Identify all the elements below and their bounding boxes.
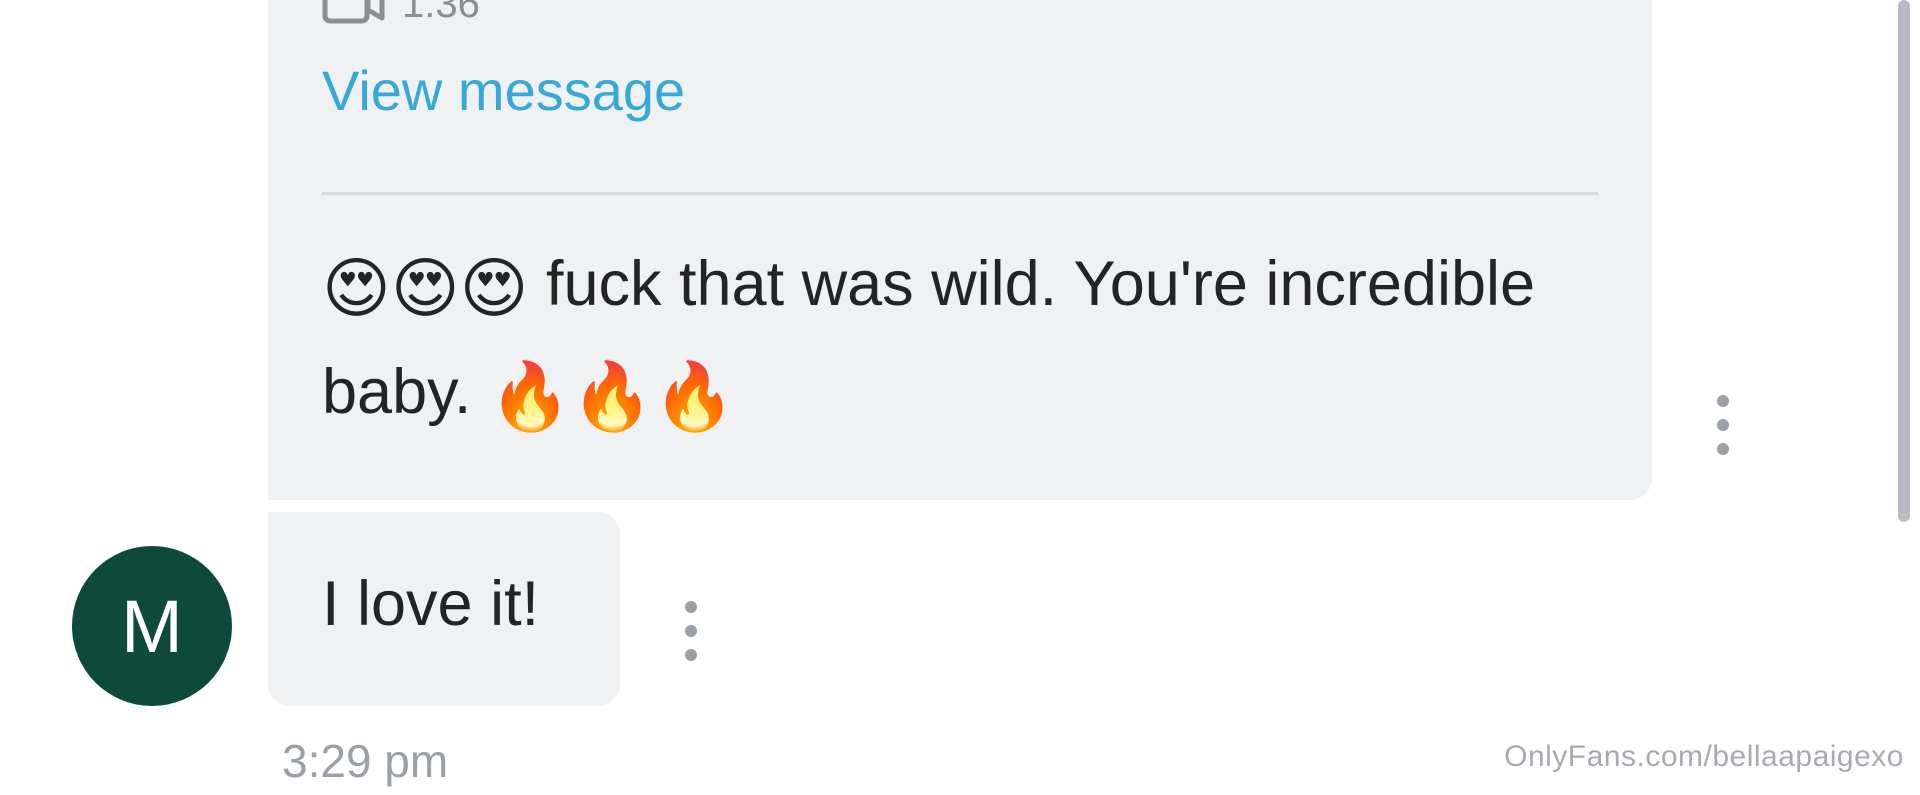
- media-duration: 1:36: [402, 0, 480, 26]
- more-options-icon[interactable]: [1708, 395, 1738, 455]
- avatar[interactable]: M: [72, 546, 232, 706]
- fire-emoji: 🔥: [488, 359, 572, 433]
- heart-eyes-emoji: 😍: [459, 251, 529, 325]
- heart-eyes-emoji: 😍: [322, 251, 391, 325]
- media-duration-row: 1:36: [322, 0, 480, 28]
- message-text: I love it!: [322, 569, 540, 639]
- fire-emoji: 🔥: [653, 359, 736, 433]
- chat-page: 1:36 View message 😍😍😍 fuck that was wild…: [0, 0, 1920, 795]
- divider: [322, 192, 1598, 195]
- message-bubble-text: I love it!: [268, 512, 620, 706]
- view-message-link[interactable]: View message: [322, 58, 685, 123]
- message-bubble-media: 1:36 View message 😍😍😍 fuck that was wild…: [268, 0, 1652, 500]
- message-text: 😍😍😍 fuck that was wild. You're incredibl…: [322, 230, 1562, 446]
- heart-eyes-emoji: 😍: [390, 251, 460, 325]
- avatar-initial: M: [121, 584, 183, 668]
- video-camera-icon: [322, 0, 388, 24]
- scrollbar[interactable]: [1898, 0, 1910, 522]
- fire-emoji: 🔥: [571, 359, 654, 433]
- more-options-icon[interactable]: [676, 601, 706, 661]
- watermark: OnlyFans.com/bellaapaigexo: [1504, 740, 1904, 773]
- message-timestamp: 3:29 pm: [282, 735, 449, 787]
